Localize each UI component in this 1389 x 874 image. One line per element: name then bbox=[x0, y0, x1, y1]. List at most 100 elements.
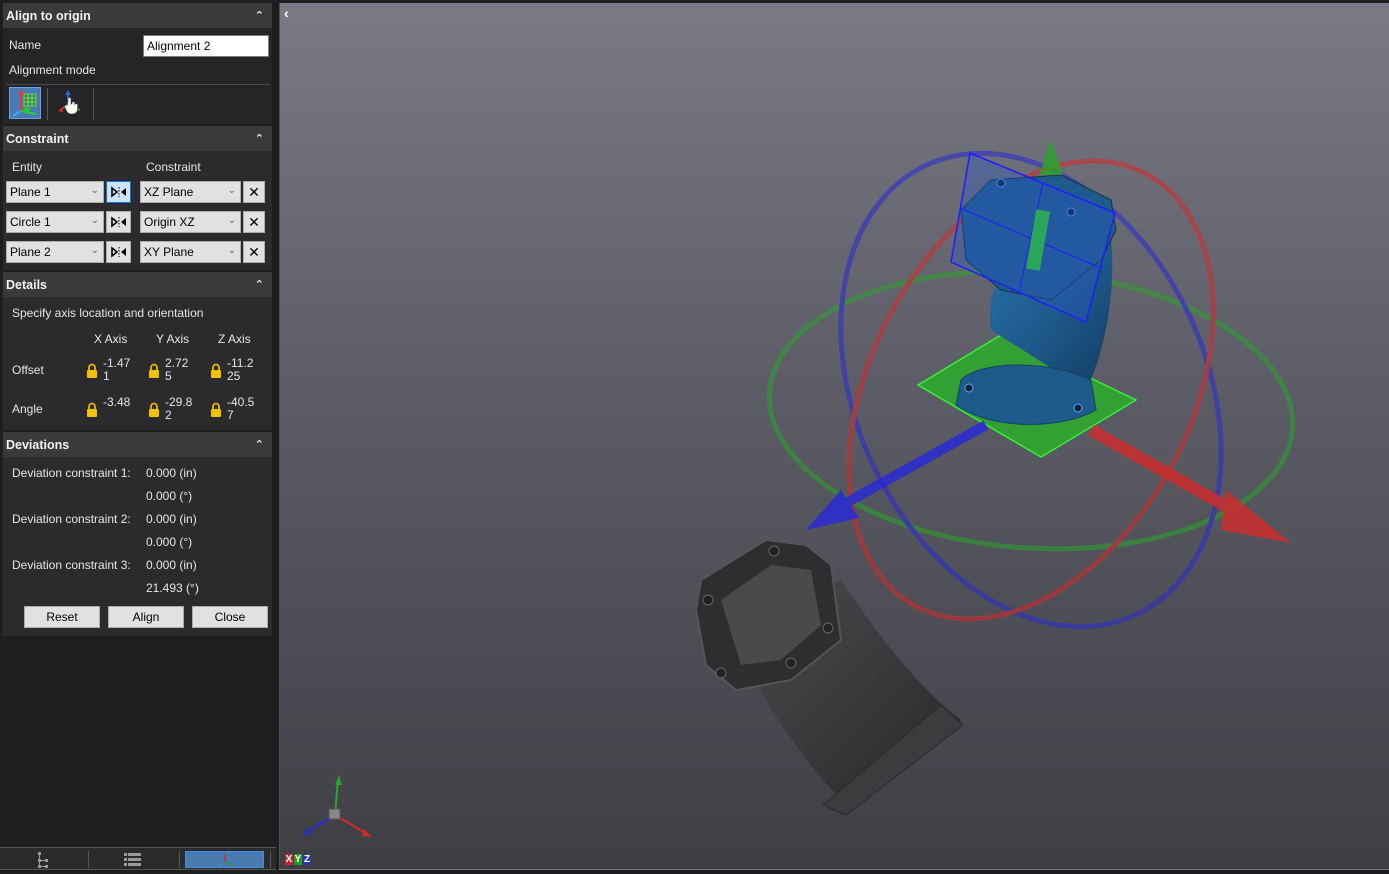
lock-icon[interactable] bbox=[148, 363, 160, 379]
axis-icon bbox=[217, 853, 232, 867]
angle-label: Angle bbox=[12, 402, 43, 416]
divider bbox=[6, 84, 270, 85]
constraint-section-title: Constraint bbox=[6, 131, 69, 146]
z-axis-letter: Z bbox=[303, 854, 311, 865]
deviation-label: Deviation constraint 3: bbox=[12, 558, 131, 572]
remove-constraint-button[interactable]: ✕ bbox=[243, 241, 265, 263]
entity-select[interactable]: Plane 1 ⌄ bbox=[6, 181, 104, 203]
axis-hand-icon bbox=[58, 90, 81, 115]
chevron-down-icon: ⌄ bbox=[227, 245, 236, 256]
chevron-down-icon: ⌄ bbox=[90, 245, 99, 256]
alignment-tab[interactable] bbox=[185, 851, 264, 868]
entity-value: Plane 2 bbox=[10, 245, 51, 259]
chevron-down-icon: ⌄ bbox=[227, 215, 236, 226]
collapse-panel-button[interactable]: ‹ bbox=[284, 5, 298, 23]
flip-button[interactable] bbox=[106, 241, 131, 263]
constraint-select[interactable]: XZ Plane ⌄ bbox=[140, 181, 241, 203]
constraint-select[interactable]: Origin XZ ⌄ bbox=[140, 211, 241, 233]
deviations-section-header[interactable]: Deviations ⌃ bbox=[3, 432, 272, 457]
alignment-mode-label: Alignment mode bbox=[9, 63, 96, 77]
remove-constraint-button[interactable]: ✕ bbox=[243, 181, 265, 203]
axis-grid-icon bbox=[12, 90, 37, 117]
remove-constraint-button[interactable]: ✕ bbox=[243, 211, 265, 233]
flip-icon bbox=[110, 216, 126, 228]
divider bbox=[47, 88, 48, 120]
entity-value: Circle 1 bbox=[10, 215, 51, 229]
collapse-chevron-icon[interactable]: ⌃ bbox=[255, 132, 264, 145]
deviation-label: Deviation constraint 1: bbox=[12, 466, 131, 480]
y-axis-letter: Y bbox=[294, 854, 302, 865]
list-view-tab[interactable] bbox=[92, 851, 172, 868]
lock-icon[interactable] bbox=[148, 402, 160, 418]
details-section-header[interactable]: Details ⌃ bbox=[3, 272, 272, 297]
panel-header[interactable]: Align to origin ⌃ bbox=[3, 3, 272, 28]
angle-z-value[interactable]: -40.57 bbox=[227, 396, 257, 422]
align-to-origin-panel: Align to origin ⌃ Name Alignment mode bbox=[0, 0, 278, 874]
offset-label: Offset bbox=[12, 363, 44, 377]
scene-canvas[interactable] bbox=[280, 3, 1389, 869]
reset-button[interactable]: Reset bbox=[24, 606, 100, 628]
close-button[interactable]: Close bbox=[192, 606, 268, 628]
offset-x-value[interactable]: -1.471 bbox=[103, 357, 133, 383]
orientation-triad bbox=[303, 775, 372, 837]
constraint-select[interactable]: XY Plane ⌄ bbox=[140, 241, 241, 263]
z-axis-arrow bbox=[806, 420, 989, 530]
lock-icon[interactable] bbox=[210, 402, 222, 418]
deviation-distance: 0.000 (in) bbox=[146, 512, 197, 526]
y-axis-arrow bbox=[1039, 140, 1063, 175]
constraint-mode-button[interactable] bbox=[9, 87, 41, 119]
close-icon: ✕ bbox=[248, 183, 260, 200]
deviation-distance: 0.000 (in) bbox=[146, 558, 197, 572]
close-icon: ✕ bbox=[248, 213, 260, 230]
panel-title: Align to origin bbox=[6, 8, 91, 23]
align-button[interactable]: Align bbox=[108, 606, 184, 628]
original-part-mesh[interactable] bbox=[694, 538, 964, 816]
flip-icon bbox=[110, 246, 126, 258]
angle-x-value[interactable]: -3.48 bbox=[103, 396, 133, 409]
collapse-chevron-icon[interactable]: ⌃ bbox=[255, 438, 264, 451]
entity-select[interactable]: Circle 1 ⌄ bbox=[6, 211, 104, 233]
flip-button[interactable] bbox=[106, 211, 131, 233]
tree-view-tab[interactable] bbox=[4, 851, 82, 868]
entity-column-header: Entity bbox=[12, 160, 43, 174]
constraint-section-header[interactable]: Constraint ⌃ bbox=[3, 126, 272, 151]
constraint-value: XY Plane bbox=[144, 245, 194, 259]
3d-viewport[interactable]: ‹ X Y Z bbox=[279, 3, 1389, 869]
deviation-angle: 0.000 (°) bbox=[146, 535, 193, 549]
interactive-mode-button[interactable] bbox=[54, 87, 86, 119]
constraint-value: Origin XZ bbox=[144, 215, 195, 229]
angle-y-value[interactable]: -29.82 bbox=[165, 396, 195, 422]
entity-value: Plane 1 bbox=[10, 185, 51, 199]
list-icon bbox=[123, 853, 141, 866]
divider bbox=[179, 851, 180, 868]
offset-y-value[interactable]: 2.725 bbox=[165, 357, 195, 383]
constraint-column-header: Constraint bbox=[146, 160, 201, 174]
xy-plane-indicator[interactable] bbox=[950, 151, 1116, 324]
chevron-down-icon: ⌄ bbox=[90, 185, 99, 196]
lock-icon[interactable] bbox=[86, 363, 98, 379]
axis-legend: X Y Z bbox=[285, 854, 312, 865]
lock-icon[interactable] bbox=[86, 402, 98, 418]
panel-tab-bar bbox=[0, 847, 276, 870]
chevron-down-icon: ⌄ bbox=[227, 185, 236, 196]
viewport-bottom-border bbox=[279, 869, 1389, 874]
divider bbox=[93, 88, 94, 120]
general-section: Name Alignment mode bbox=[3, 28, 272, 124]
divider bbox=[270, 851, 271, 868]
flip-button[interactable] bbox=[106, 181, 131, 203]
collapse-chevron-icon[interactable]: ⌃ bbox=[255, 9, 264, 22]
close-icon: ✕ bbox=[248, 243, 260, 260]
entity-select[interactable]: Plane 2 ⌄ bbox=[6, 241, 104, 263]
deviation-angle: 0.000 (°) bbox=[146, 489, 193, 503]
z-axis-header: Z Axis bbox=[218, 332, 251, 346]
name-input[interactable] bbox=[143, 35, 269, 57]
lock-icon[interactable] bbox=[210, 363, 222, 379]
y-axis-header: Y Axis bbox=[156, 332, 190, 346]
deviation-label: Deviation constraint 2: bbox=[12, 512, 131, 526]
tree-icon bbox=[38, 851, 48, 868]
collapse-chevron-icon[interactable]: ⌃ bbox=[255, 278, 264, 291]
offset-z-value[interactable]: -11.225 bbox=[227, 357, 257, 383]
x-axis-letter: X bbox=[285, 854, 293, 865]
flip-icon bbox=[110, 186, 126, 198]
details-section: Specify axis location and orientation X … bbox=[3, 297, 272, 430]
